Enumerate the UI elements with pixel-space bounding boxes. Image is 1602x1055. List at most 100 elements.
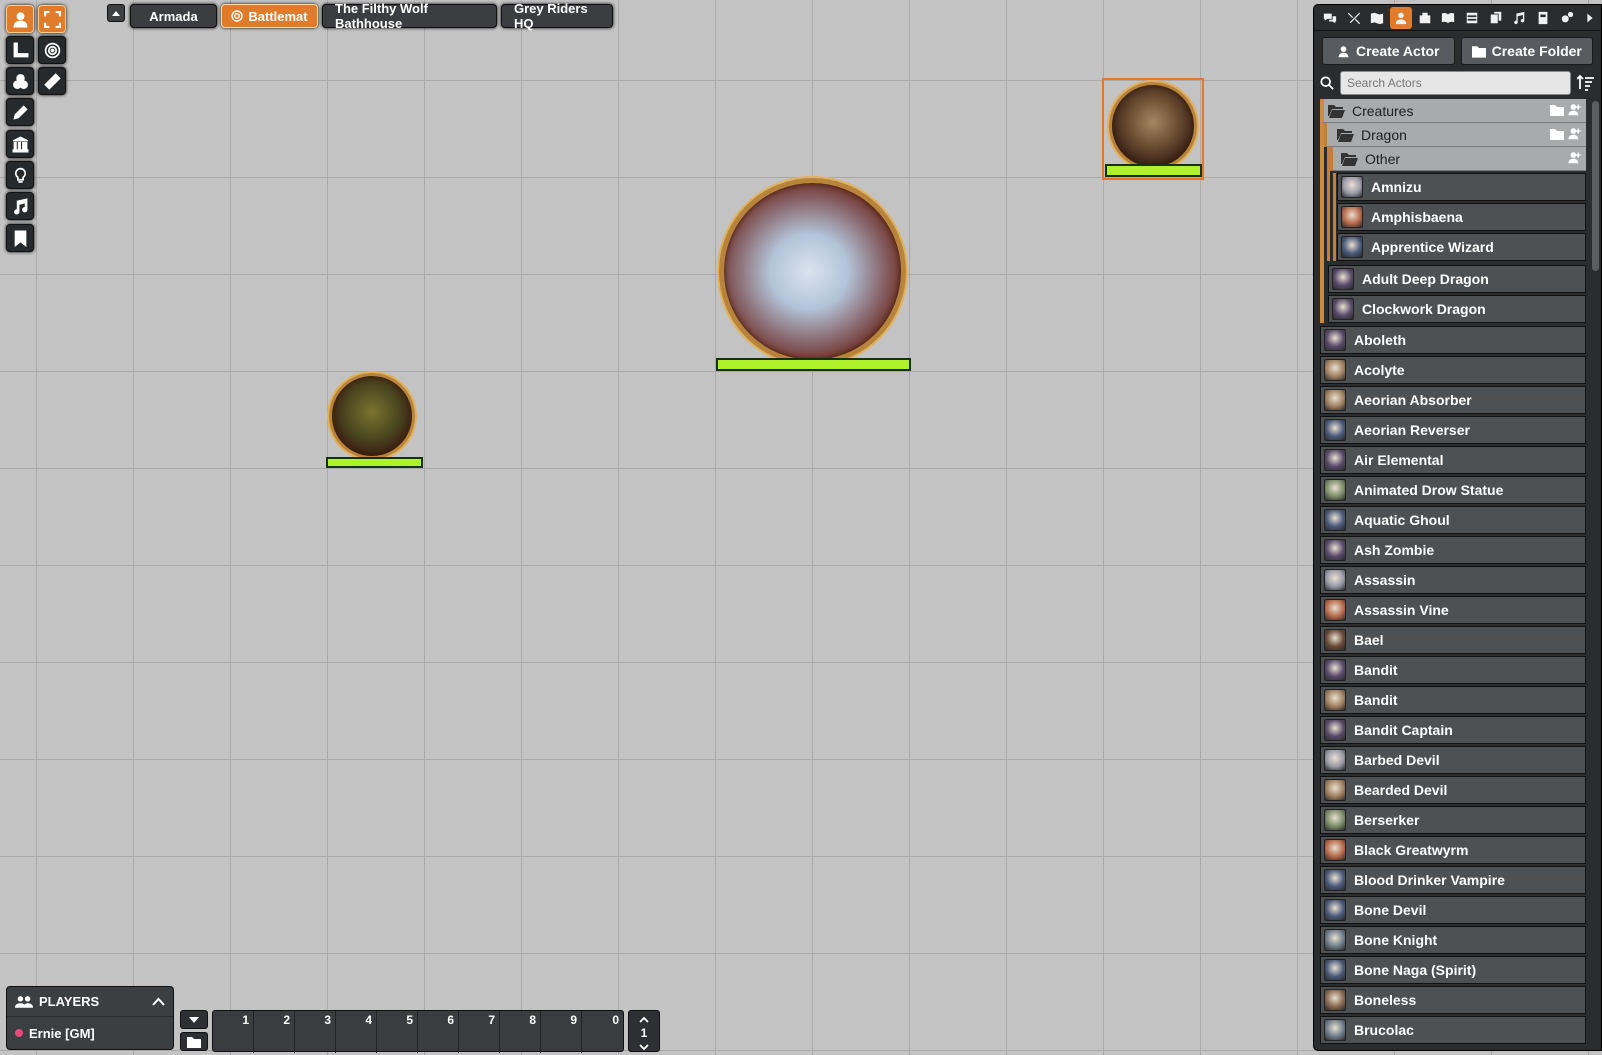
- search-input[interactable]: [1340, 71, 1571, 95]
- chevron-up-icon[interactable]: [152, 997, 165, 1006]
- actor-thumbnail: [1324, 629, 1346, 651]
- actor-entry[interactable]: Aeorian Absorber: [1320, 386, 1586, 414]
- items-icon[interactable]: [1414, 7, 1436, 29]
- macro-slot[interactable]: 9: [541, 1011, 582, 1053]
- journal-icon[interactable]: [1437, 7, 1459, 29]
- player-item[interactable]: Ernie [GM]: [7, 1017, 173, 1049]
- target-icon[interactable]: [38, 36, 66, 64]
- folder-icon[interactable]: [180, 1032, 208, 1051]
- actor-entry[interactable]: Aboleth: [1320, 326, 1586, 354]
- actor-entry[interactable]: Animated Drow Statue: [1320, 476, 1586, 504]
- macro-slot[interactable]: 7: [459, 1011, 500, 1053]
- sidebar-scrollbar[interactable]: [1592, 101, 1599, 271]
- actor-entry[interactable]: Air Elemental: [1320, 446, 1586, 474]
- token-air-elemental[interactable]: [716, 178, 911, 373]
- compendium-icon[interactable]: [1532, 7, 1554, 29]
- folder-creatures[interactable]: Creatures: [1320, 99, 1586, 123]
- settings-icon[interactable]: [1556, 7, 1578, 29]
- actor-entry[interactable]: Brucolac: [1320, 1016, 1586, 1044]
- music-icon[interactable]: [6, 192, 34, 220]
- actor-entry[interactable]: Adult Deep Dragon: [1328, 265, 1586, 293]
- actor-entry[interactable]: Berserker: [1320, 806, 1586, 834]
- create-actor-button[interactable]: Create Actor: [1322, 37, 1455, 65]
- macro-slot[interactable]: 4: [336, 1011, 377, 1053]
- combat-icon[interactable]: [1343, 7, 1365, 29]
- token-wraith[interactable]: [326, 373, 424, 471]
- actor-entry[interactable]: Bone Devil: [1320, 896, 1586, 924]
- scene-tab-grey-riders-hq[interactable]: Grey Riders HQ: [501, 1, 613, 31]
- macro-slot[interactable]: 5: [377, 1011, 418, 1053]
- ruler-icon[interactable]: [38, 67, 66, 95]
- actor-entry[interactable]: Amnizu: [1337, 173, 1586, 201]
- lightbulb-icon[interactable]: [6, 161, 34, 189]
- actor-entry[interactable]: Assassin Vine: [1320, 596, 1586, 624]
- chevron-up-icon[interactable]: [107, 4, 125, 22]
- actor-entry[interactable]: Boneless: [1320, 986, 1586, 1014]
- macro-slot[interactable]: 8: [500, 1011, 541, 1053]
- scene-tab-armada[interactable]: Armada: [130, 4, 217, 28]
- actor-entry[interactable]: Black Greatwyrm: [1320, 836, 1586, 864]
- actor-entry[interactable]: Ash Zombie: [1320, 536, 1586, 564]
- actor-entry[interactable]: Amphisbaena: [1337, 203, 1586, 231]
- token-bael-selected[interactable]: [1102, 78, 1204, 180]
- scene-tab-battlemat[interactable]: Battlemat: [221, 4, 318, 28]
- landmark-icon[interactable]: [6, 130, 34, 158]
- expand-icon[interactable]: [38, 5, 66, 33]
- actor-entry[interactable]: Aeorian Reverser: [1320, 416, 1586, 444]
- actor-entry[interactable]: Bearded Devil: [1320, 776, 1586, 804]
- create-folder-icon[interactable]: [1550, 103, 1564, 119]
- actor-entry[interactable]: Blood Drinker Vampire: [1320, 866, 1586, 894]
- cards-icon[interactable]: [1485, 7, 1507, 29]
- chevron-down-icon[interactable]: [180, 1010, 208, 1029]
- pencil-icon[interactable]: [6, 98, 34, 126]
- macro-slot[interactable]: 6: [418, 1011, 459, 1053]
- create-actor-icon[interactable]: [1568, 151, 1582, 167]
- players-header[interactable]: PLAYERS: [7, 987, 173, 1017]
- shapes-icon[interactable]: [6, 67, 34, 95]
- actor-entry[interactable]: Bael: [1320, 626, 1586, 654]
- actor-entry[interactable]: Bone Naga (Spirit): [1320, 956, 1586, 984]
- actor-thumbnail: [1324, 329, 1346, 351]
- folder-dragon[interactable]: Dragon: [1324, 123, 1586, 147]
- collapse-icon[interactable]: [1579, 7, 1601, 29]
- tables-icon[interactable]: [1461, 7, 1483, 29]
- chevron-up-icon[interactable]: [639, 1012, 649, 1026]
- actor-entry[interactable]: Assassin: [1320, 566, 1586, 594]
- measure-icon[interactable]: [6, 36, 34, 64]
- actor-entry[interactable]: Bandit: [1320, 656, 1586, 684]
- actor-entry[interactable]: Bone Knight: [1320, 926, 1586, 954]
- actor-name: Bearded Devil: [1354, 782, 1448, 798]
- actor-thumbnail: [1324, 539, 1346, 561]
- folder-other[interactable]: Other: [1330, 147, 1586, 171]
- playlists-icon[interactable]: [1508, 7, 1530, 29]
- sort-icon[interactable]: [1577, 75, 1595, 91]
- actor-entry[interactable]: Aquatic Ghoul: [1320, 506, 1586, 534]
- create-folder-button[interactable]: Create Folder: [1460, 37, 1593, 65]
- comments-icon[interactable]: [1319, 7, 1341, 29]
- actor-name: Aquatic Ghoul: [1354, 512, 1450, 528]
- actor-entry[interactable]: Barbed Devil: [1320, 746, 1586, 774]
- create-folder-icon[interactable]: [1550, 127, 1564, 143]
- chevron-down-icon[interactable]: [639, 1040, 649, 1054]
- map-icon[interactable]: [1366, 7, 1388, 29]
- macro-slot[interactable]: 2: [254, 1011, 295, 1053]
- scene-tab-filthy-wolf-bathhouse[interactable]: The Filthy Wolf Bathhouse: [322, 1, 497, 31]
- actor-entry[interactable]: Bandit: [1320, 686, 1586, 714]
- actor-thumbnail: [1324, 1019, 1346, 1041]
- actor-entry[interactable]: Bandit Captain: [1320, 716, 1586, 744]
- user-icon[interactable]: [6, 5, 34, 33]
- actors-icon[interactable]: [1390, 6, 1412, 29]
- actor-entry[interactable]: Acolyte: [1320, 356, 1586, 384]
- create-actor-icon[interactable]: [1568, 127, 1582, 143]
- actor-name: Aboleth: [1354, 332, 1407, 348]
- actor-entry[interactable]: Apprentice Wizard: [1337, 233, 1586, 261]
- create-actor-icon[interactable]: [1568, 103, 1582, 119]
- bookmark-icon[interactable]: [6, 224, 34, 252]
- macro-slot[interactable]: 0: [582, 1011, 623, 1053]
- macro-slot[interactable]: 3: [295, 1011, 336, 1053]
- actor-entry[interactable]: Clockwork Dragon: [1328, 295, 1586, 323]
- token-health-bar: [1105, 164, 1202, 177]
- actor-thumbnail: [1341, 236, 1363, 258]
- macro-slot[interactable]: 1: [213, 1011, 254, 1053]
- sidebar: Create Actor Create Folder Creatures Dra…: [1313, 4, 1602, 1051]
